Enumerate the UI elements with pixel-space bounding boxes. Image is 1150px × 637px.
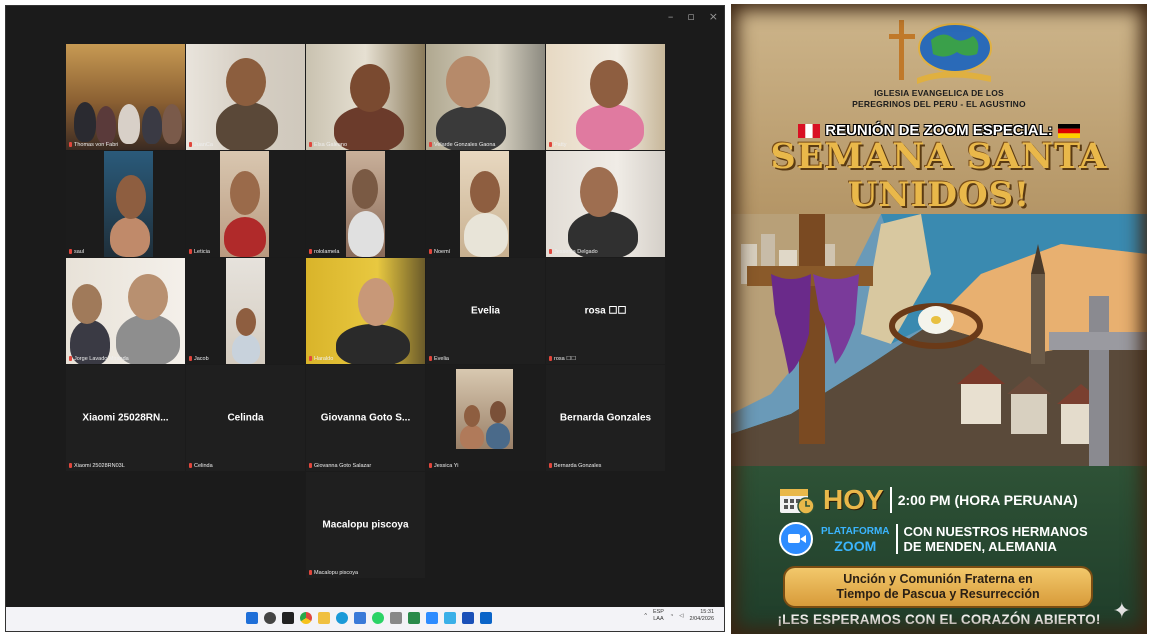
window-controls: – ▫ × — [668, 10, 718, 23]
close-button[interactable]: × — [709, 10, 718, 23]
clock[interactable]: 15:31 2/04/2026 — [690, 609, 714, 623]
theme-banner: Unción y Comunión Fraterna en Tiempo de … — [785, 568, 1091, 606]
participant-name: saul — [74, 249, 85, 255]
windows-start-icon[interactable] — [246, 612, 258, 624]
participant-name: rololamela — [314, 249, 340, 255]
participant-name: Jorge Lavado Miranda — [74, 356, 129, 362]
participant-name: Macalopu piscoya — [314, 570, 359, 576]
participant-name: Elsa Galeano — [314, 142, 348, 148]
participant-gallery: Thomas von Fabri JuanCa Elsa Galeano Vel… — [66, 44, 666, 578]
event-details: HOY 2:00 PM (HORA PERUANA) PLATAFORMA ZO… — [731, 466, 1147, 634]
search-icon[interactable] — [264, 612, 276, 624]
divider — [895, 524, 898, 554]
participant-tile[interactable]: Jorge Lavado Miranda — [66, 258, 185, 364]
participant-tile[interactable]: Macalopu piscoya Macalopu piscoya — [306, 472, 425, 578]
participant-tile[interactable]: Noemí — [426, 151, 545, 257]
edge-icon[interactable] — [336, 612, 348, 624]
participant-name: Evelia — [434, 356, 449, 362]
participant-display-name: Evelia — [471, 305, 500, 317]
participant-tile[interactable]: Leticia — [186, 151, 305, 257]
wifi-icon[interactable]: ◔ — [670, 613, 673, 619]
language-indicator[interactable]: ESP LAA — [653, 609, 664, 623]
participant-name: Patty — [554, 142, 567, 148]
easter-illustration — [731, 214, 1147, 474]
participant-tile[interactable]: Thomas von Fabri — [66, 44, 185, 150]
participant-tile[interactable]: Giovanna Goto S... Giovanna Goto Salazar — [306, 365, 425, 471]
closing-message: ¡LES ESPERAMOS CON EL CORAZÓN ABIERTO! — [777, 612, 1101, 627]
participant-name: Leticia — [194, 249, 210, 255]
participant-tile[interactable]: rololamela — [306, 151, 425, 257]
participant-name: Xiaomi 25028RN03L — [74, 463, 125, 469]
calendar-clock-icon — [780, 489, 815, 515]
chevron-up-icon[interactable]: ^ — [644, 613, 647, 619]
participant-name: Jessica Yi — [434, 463, 459, 469]
participant-tile[interactable]: Velarde Gonzales Gaona — [426, 44, 545, 150]
church-name-line2: PEREGRINOS DEL PERU - EL AGUSTINO — [852, 99, 1026, 109]
zoom-icon[interactable] — [426, 612, 438, 624]
event-poster: IGLESIA EVANGELICA DE LOS PEREGRINOS DEL… — [731, 4, 1147, 634]
maximize-button[interactable]: ▫ — [687, 10, 694, 23]
participant-tile[interactable]: Haraldo — [306, 258, 425, 364]
system-tray: ^ ESP LAA ◔ ◁ 15:31 2/04/2026 — [644, 609, 714, 623]
participant-name: Thomas von Fabri — [74, 142, 119, 148]
app-icon[interactable] — [408, 612, 420, 624]
participant-tile[interactable]: rosa ☐☐ rosa ☐☐ — [546, 258, 665, 364]
minimize-button[interactable]: – — [668, 10, 674, 23]
poster-title-line2: UNIDOS! — [847, 175, 1031, 215]
volume-icon[interactable]: ◁ — [679, 613, 683, 619]
participant-tile[interactable]: saul — [66, 151, 185, 257]
church-logo — [889, 20, 992, 84]
divider — [889, 487, 892, 513]
app-icon[interactable] — [462, 612, 474, 624]
platform-label: PLATAFORMA ZOOM — [821, 526, 890, 554]
participant-tile[interactable]: Evelia Evelia — [426, 258, 545, 364]
church-name-line1: IGLESIA EVANGELICA DE LOS — [874, 88, 1004, 98]
file-explorer-icon[interactable] — [318, 612, 330, 624]
app-icon[interactable] — [444, 612, 456, 624]
task-view-icon[interactable] — [282, 612, 294, 624]
participant-display-name: Macalopu piscoya — [322, 519, 409, 531]
taskbar: ^ ESP LAA ◔ ◁ 15:31 2/04/2026 — [6, 607, 724, 631]
participant-display-name: Xiaomi 25028RN... — [82, 412, 169, 424]
poster-title-line1: SEMANA SANTA — [770, 136, 1108, 177]
outlook-icon[interactable] — [480, 612, 492, 624]
date-time-row: HOY 2:00 PM (HORA PERUANA) — [779, 484, 1078, 516]
chrome-icon[interactable] — [300, 612, 312, 624]
participant-tile[interactable]: Celinda Celinda — [186, 365, 305, 471]
participant-name: Jessenia Delgado — [554, 249, 598, 255]
participant-tile[interactable]: Jacob — [186, 258, 305, 364]
participant-name: Bernarda Gonzales — [554, 463, 602, 469]
platform-row: PLATAFORMA ZOOM CON NUESTROS HERMANOS DE… — [779, 522, 1088, 556]
participant-tile[interactable]: Jessenia Delgado — [546, 151, 665, 257]
store-icon[interactable] — [354, 612, 366, 624]
zoom-logo-icon — [779, 522, 813, 556]
participant-tile[interactable]: Bernarda Gonzales Bernarda Gonzales — [546, 365, 665, 471]
participant-tile[interactable]: JuanCa — [186, 44, 305, 150]
participant-name: Giovanna Goto Salazar — [314, 463, 372, 469]
zoom-window: – ▫ × Thomas von Fabri JuanCa Elsa Galea… — [5, 5, 725, 632]
app-icon[interactable] — [390, 612, 402, 624]
participant-display-name: Giovanna Goto S... — [320, 412, 411, 424]
event-time: 2:00 PM (HORA PERUANA) — [897, 492, 1078, 508]
today-label: HOY — [823, 484, 884, 515]
participant-display-name: rosa ☐☐ — [584, 305, 627, 317]
participant-display-name: Celinda — [227, 412, 264, 424]
participant-tile[interactable]: Jessica Yi — [426, 365, 545, 471]
participant-tile[interactable]: Patty — [546, 44, 665, 150]
participant-name: Velarde Gonzales Gaona — [434, 142, 496, 148]
whatsapp-icon[interactable] — [372, 612, 384, 624]
participant-name: JuanCa — [194, 142, 213, 148]
participant-name: rosa ☐☐ — [554, 356, 577, 362]
participant-tile[interactable]: Elsa Galeano — [306, 44, 425, 150]
participant-display-name: Bernarda Gonzales — [559, 412, 652, 424]
partner-church: CON NUESTROS HERMANOS DE MENDEN, ALEMANI… — [903, 524, 1088, 554]
taskbar-apps — [246, 612, 492, 624]
participant-tile[interactable]: Xiaomi 25028RN... Xiaomi 25028RN03L — [66, 365, 185, 471]
participant-name: Jacob — [194, 356, 209, 362]
participant-name: Celinda — [194, 463, 213, 469]
participant-name: Noemí — [434, 249, 451, 255]
participant-name: Haraldo — [314, 356, 334, 362]
